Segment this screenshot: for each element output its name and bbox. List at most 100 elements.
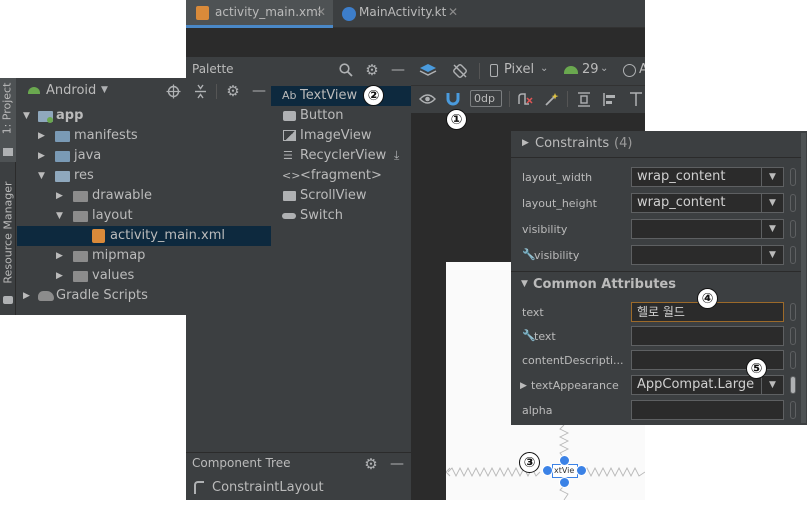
minimize-icon[interactable]: — [389,61,407,79]
tree-item-res[interactable]: ▼ res [17,166,271,186]
tree-item-activity-main[interactable]: activity_main.xml [17,226,271,246]
minimize-icon[interactable]: — [250,82,268,100]
palette-item-textview[interactable]: Ab TextView [271,86,411,106]
reference-indicator[interactable] [790,376,796,394]
palette-item-fragment[interactable]: <> <fragment> [271,166,411,186]
constraint-handle-top[interactable] [559,455,570,466]
tree-item-label: mipmap [92,248,146,263]
gear-icon[interactable]: ⚙ [362,455,380,473]
scrollbar[interactable] [801,133,806,423]
tree-item-layout[interactable]: ▼ layout [17,206,271,226]
palette-item-recyclerview[interactable]: ☰ RecyclerView ⤓ [271,146,411,166]
tree-item-app[interactable]: ▼ app [17,106,271,126]
download-icon[interactable]: ⤓ [394,148,399,163]
palette-item-imageview[interactable]: ImageView [271,126,411,146]
toolbar-divider [216,84,217,99]
constraints-count: (4) [614,136,633,151]
tree-item-gradle-scripts[interactable]: ▶ Gradle Scripts [17,286,271,306]
editor-tab-mainactivity[interactable]: MainActivity.kt ✕ [334,0,462,28]
palette-item-scrollview[interactable]: ScrollView [271,186,411,206]
tools-visibility-select[interactable]: ▼ [631,245,784,265]
palette-item-button[interactable]: Button [271,106,411,126]
folder-icon [55,151,70,162]
visibility-select[interactable]: ▼ [631,219,784,239]
component-tree-root[interactable]: ConstraintLayout [186,478,411,498]
attribute-label: layout_height [522,197,597,210]
constraint-handle-bottom[interactable] [559,477,570,488]
side-tab-resource-label: Resource Manager [1,181,15,284]
chevron-down-icon: ▼ [521,279,528,289]
guidelines-icon[interactable] [627,90,645,108]
align-icon[interactable] [600,90,620,108]
eye-icon[interactable] [416,90,438,108]
locate-icon[interactable] [164,82,182,100]
collapse-all-icon[interactable] [191,82,209,100]
tree-item-label: activity_main.xml [110,228,226,243]
theme-selector[interactable]: A [622,62,645,80]
project-view-selector[interactable]: Android ▼ [26,81,116,101]
magnet-icon[interactable] [443,90,463,108]
tree-item-values[interactable]: ▶ values [17,266,271,286]
android-icon [564,66,578,74]
chevron-down-icon: ▼ [101,85,108,95]
reference-indicator[interactable] [790,303,796,321]
list-icon: ☰ [283,149,293,162]
side-tab-resource-manager[interactable]: Resource Manager [0,168,16,308]
reference-indicator[interactable] [790,351,796,369]
tree-item-java[interactable]: ▶ java [17,146,271,166]
section-divider [511,157,801,158]
chevron-right-icon: ▶ [56,191,63,201]
reference-indicator[interactable] [790,220,796,238]
project-view-label: Android [46,83,97,98]
pack-icon[interactable] [574,90,594,108]
default-margin-field[interactable]: 0dp [470,90,502,107]
attribute-label: alpha [522,404,553,417]
chevron-down-icon: ▼ [761,246,783,264]
editor-tab-activity-main[interactable]: activity_main.xml ✕ [186,0,333,28]
palette-item-label: Switch [300,208,343,223]
palette-item-switch[interactable]: Switch [271,206,411,226]
layers-icon[interactable] [418,61,438,81]
constraint-handle-right[interactable] [576,465,587,476]
gear-icon[interactable]: ⚙ [224,82,242,100]
reference-indicator[interactable] [790,194,796,212]
chevron-down-icon: ▼ [761,194,783,212]
layout-width-select[interactable]: wrap_content ▼ [631,167,784,187]
tools-text-field[interactable] [631,326,784,346]
reference-indicator[interactable] [790,327,796,345]
tree-item-mipmap[interactable]: ▶ mipmap [17,246,271,266]
widget-text: xtVie [554,466,575,475]
close-icon[interactable]: ✕ [316,5,326,19]
tree-item-manifests[interactable]: ▶ manifests [17,126,271,146]
layout-height-select[interactable]: wrap_content ▼ [631,193,784,213]
infer-constraints-icon[interactable] [541,90,561,108]
tree-item-drawable[interactable]: ▶ drawable [17,186,271,206]
text-appearance-select[interactable]: AppCompat.Large ▼ [631,375,784,395]
common-attributes-header[interactable]: ▼ Common Attributes [511,271,801,297]
search-icon[interactable] [337,61,355,79]
select-value: AppCompat.Large [637,377,755,392]
gear-icon[interactable]: ⚙ [363,61,381,79]
orientation-icon[interactable] [450,61,470,81]
reference-indicator[interactable] [790,246,796,264]
reference-indicator[interactable] [790,401,796,419]
close-icon[interactable]: ✕ [448,5,458,19]
device-selector[interactable]: Pixel ⌄ [488,62,552,80]
reference-indicator[interactable] [790,168,796,186]
tree-item-label: app [56,108,84,123]
folder-icon [73,191,88,202]
api-selector[interactable]: 29 ⌄ [563,62,615,80]
constraints-section-header[interactable]: ▶ Constraints (4) [511,133,801,155]
constraint-handle-left[interactable] [542,465,553,476]
chevron-right-icon[interactable]: ▶ [520,381,527,391]
minimize-icon[interactable]: — [388,455,406,473]
toolbar-divider [509,91,510,107]
chevron-right-icon: ▶ [522,138,529,148]
clear-constraints-icon[interactable] [515,90,535,108]
chevron-down-icon: ▼ [38,171,45,181]
folder-icon [3,148,13,156]
chevron-right-icon: ▶ [38,131,45,141]
component-tree-root-label: ConstraintLayout [212,480,324,495]
alpha-field[interactable] [631,400,784,420]
textview-widget[interactable]: xtVie [552,464,578,478]
